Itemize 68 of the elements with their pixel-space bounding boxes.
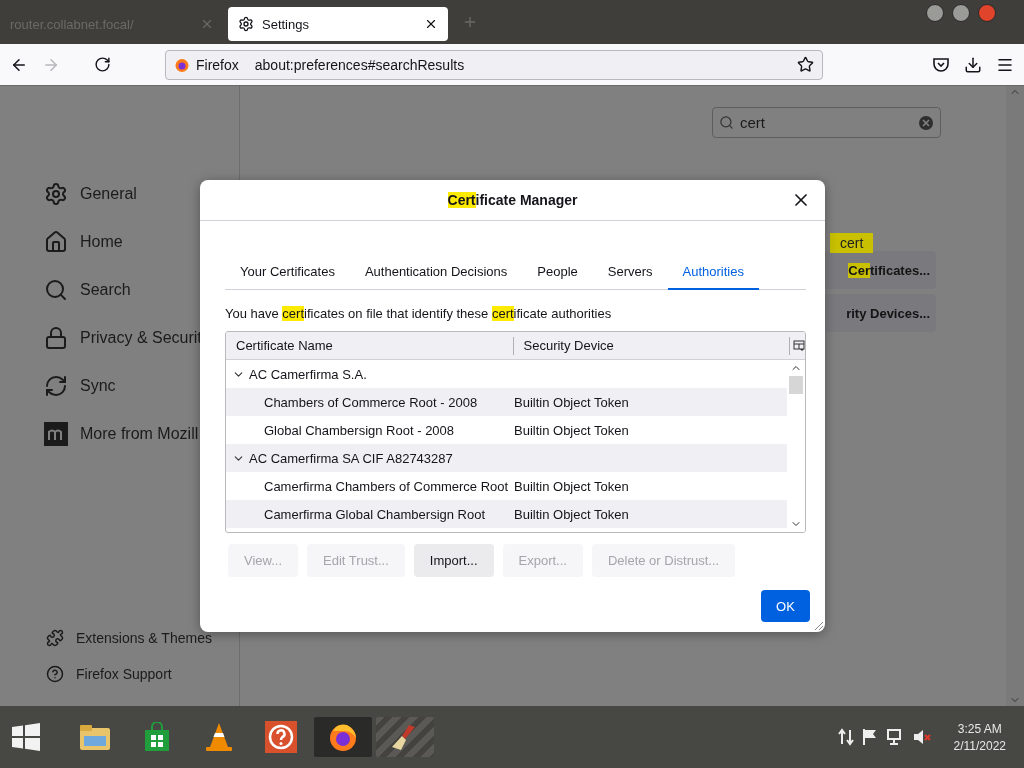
close-icon[interactable] bbox=[424, 17, 438, 31]
shopping-bag-icon bbox=[143, 722, 171, 752]
scroll-thumb[interactable] bbox=[789, 376, 803, 394]
sidebar-item[interactable]: More from Mozill bbox=[80, 425, 199, 443]
folder-icon bbox=[78, 722, 112, 752]
sidebar-item[interactable]: Sync bbox=[80, 377, 116, 395]
taskbar-app[interactable] bbox=[376, 717, 434, 757]
sidebar-item[interactable]: Search bbox=[80, 281, 131, 299]
column-header[interactable]: Certificate Name bbox=[226, 338, 513, 353]
search-icon bbox=[719, 115, 734, 130]
resize-grip-icon[interactable] bbox=[812, 619, 824, 631]
table-cell-text: Builtin Object Token bbox=[514, 422, 630, 438]
traffic-cone-icon bbox=[204, 721, 234, 753]
column-header[interactable]: Security Device bbox=[513, 338, 789, 353]
minimize-icon[interactable] bbox=[926, 4, 944, 22]
table-cell-text: Builtin Object Token bbox=[514, 478, 630, 494]
speaker-muted-icon[interactable] bbox=[911, 728, 932, 746]
tree-group[interactable]: AC Camerfirma S.A. bbox=[249, 366, 529, 382]
settings-button[interactable]: rity Devices... bbox=[825, 294, 936, 332]
table-cell-text: Chambers of Commerce Root - 2008 bbox=[263, 394, 479, 410]
star-icon[interactable] bbox=[797, 56, 814, 73]
download-icon[interactable] bbox=[964, 55, 982, 74]
dialog-tab[interactable]: Authentication Decisions bbox=[349, 254, 523, 290]
clear-icon[interactable] bbox=[918, 114, 934, 131]
letter-m-icon bbox=[44, 422, 68, 446]
question-mark-icon bbox=[265, 721, 297, 753]
search-field[interactable]: cert bbox=[712, 107, 941, 138]
reload-icon[interactable] bbox=[94, 56, 111, 73]
gear-icon bbox=[44, 182, 68, 206]
clock-date: 2/11/2022 bbox=[953, 738, 1006, 753]
firefox-icon bbox=[174, 56, 190, 73]
sidebar-item[interactable]: General bbox=[80, 185, 137, 203]
table-cell-text: Global Chambersign Root - 2008 bbox=[263, 422, 456, 438]
url-text: about:preferences#searchResults bbox=[254, 56, 466, 73]
windows-logo-icon[interactable] bbox=[12, 723, 40, 751]
search-icon bbox=[44, 278, 68, 302]
transfer-arrows-icon[interactable] bbox=[837, 728, 854, 746]
sidebar-link[interactable]: Firefox Support bbox=[76, 666, 172, 682]
ok-button[interactable]: OK bbox=[761, 590, 810, 622]
sidebar-item[interactable]: Privacy & Securit bbox=[80, 329, 202, 347]
dialog-tab[interactable]: People bbox=[522, 254, 593, 290]
house-icon bbox=[44, 230, 68, 254]
identity-label: Firefox bbox=[196, 56, 239, 73]
help-icon bbox=[46, 665, 64, 683]
taskbar-app[interactable] bbox=[314, 717, 372, 757]
table-cell-text: Builtin Object Token bbox=[514, 394, 630, 410]
sidebar-item[interactable]: Home bbox=[80, 233, 123, 251]
browser-tab[interactable]: Settings bbox=[228, 7, 448, 41]
column-picker-icon[interactable] bbox=[793, 339, 805, 352]
sidebar-link[interactable]: Extensions & Themes bbox=[76, 630, 212, 646]
sync-icon bbox=[44, 374, 68, 398]
table-cell-text: Camerfirma Global Chambersign Root bbox=[263, 506, 487, 522]
table-cell-text: Camerfirma Chambers of Commerce Root bbox=[263, 478, 510, 494]
clock-time: 3:25 AM bbox=[957, 721, 1002, 736]
maximize-icon[interactable] bbox=[952, 4, 970, 22]
pocket-icon[interactable] bbox=[932, 55, 950, 74]
padlock-icon bbox=[44, 326, 68, 350]
flag-icon[interactable] bbox=[861, 728, 878, 746]
dialog-tab[interactable]: Your Certificates bbox=[225, 254, 350, 290]
gear-icon bbox=[238, 16, 254, 32]
dialog-button[interactable]: Import... bbox=[413, 544, 494, 577]
search-match-badge: cert bbox=[830, 233, 874, 253]
address-field[interactable]: Firefox about:preferences#searchResults bbox=[165, 49, 823, 80]
network-icon[interactable] bbox=[885, 728, 904, 746]
dialog-tab[interactable]: Servers bbox=[592, 254, 668, 290]
puzzle-icon bbox=[46, 629, 64, 647]
dialog-tab[interactable]: Authorities bbox=[667, 254, 759, 290]
table-cell-text: Builtin Object Token bbox=[514, 506, 630, 522]
